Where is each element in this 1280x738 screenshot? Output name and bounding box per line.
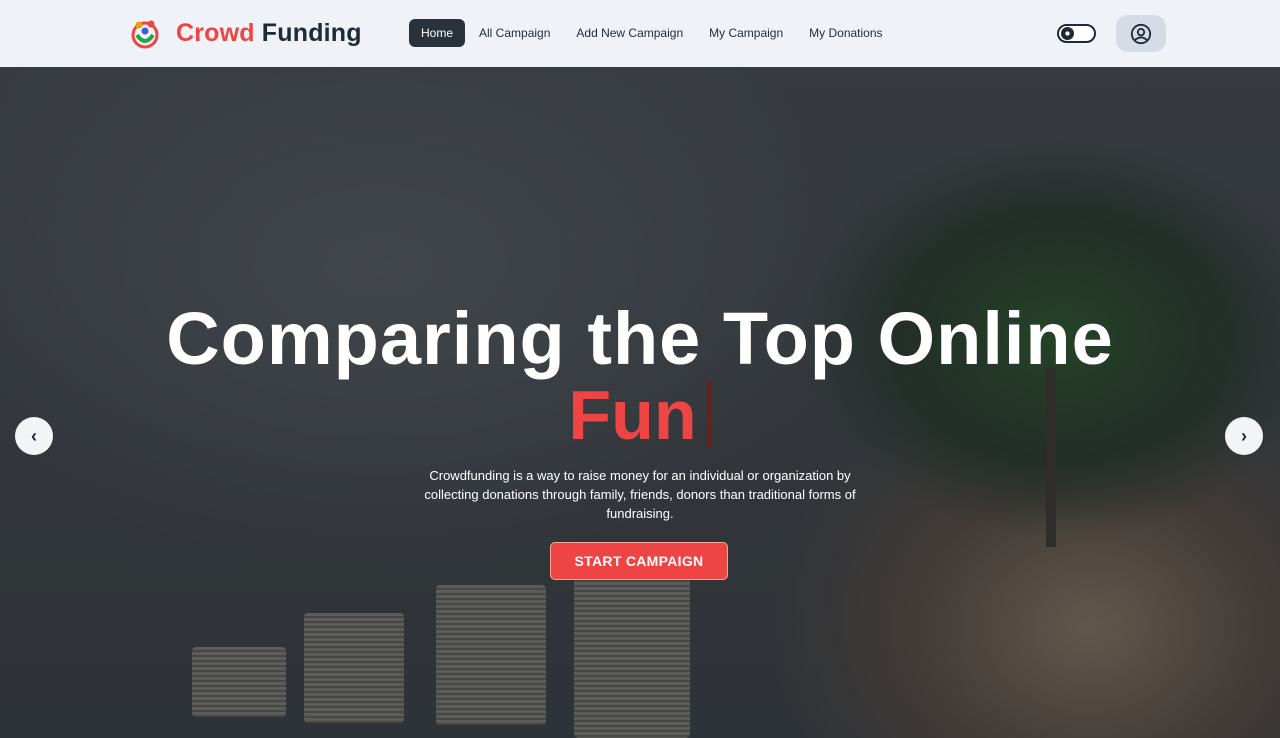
brand-logo-link[interactable]: Crowd Funding [127, 15, 362, 51]
brand-name-part1: Crowd [176, 18, 255, 47]
navbar: Crowd Funding Home All Campaign Add New C… [0, 0, 1280, 67]
user-circle-icon [1130, 23, 1152, 44]
hero-title: Comparing the Top Online [166, 297, 1114, 380]
hero-description: Crowdfunding is a way to raise money for… [424, 468, 856, 521]
nav-home[interactable]: Home [409, 19, 466, 47]
nav-all-campaign[interactable]: All Campaign [467, 19, 562, 47]
theme-toggle[interactable] [1057, 24, 1096, 43]
nav-add-new-campaign[interactable]: Add New Campaign [564, 19, 695, 47]
nav-my-campaign[interactable]: My Campaign [697, 19, 795, 47]
slider-prev-button[interactable]: ‹ [15, 417, 53, 455]
brand-name: Crowd Funding [176, 19, 362, 48]
slider-next-button[interactable]: › [1225, 417, 1263, 455]
hero-typed-text: Fun [0, 375, 1280, 455]
start-campaign-button[interactable]: START CAMPAIGN [550, 542, 728, 580]
hero-typed-word: Fun [568, 376, 697, 454]
brand-name-part2: Funding [261, 18, 362, 47]
profile-button[interactable] [1116, 15, 1166, 52]
hero-banner: Comparing the Top Online Fun Crowdfundin… [0, 67, 1280, 738]
sun-icon [1061, 27, 1074, 40]
nav-my-donations[interactable]: My Donations [797, 19, 894, 47]
crowd-logo-icon [131, 20, 159, 49]
typing-caret [706, 381, 712, 447]
nav-menu: Home All Campaign Add New Campaign My Ca… [409, 19, 897, 47]
